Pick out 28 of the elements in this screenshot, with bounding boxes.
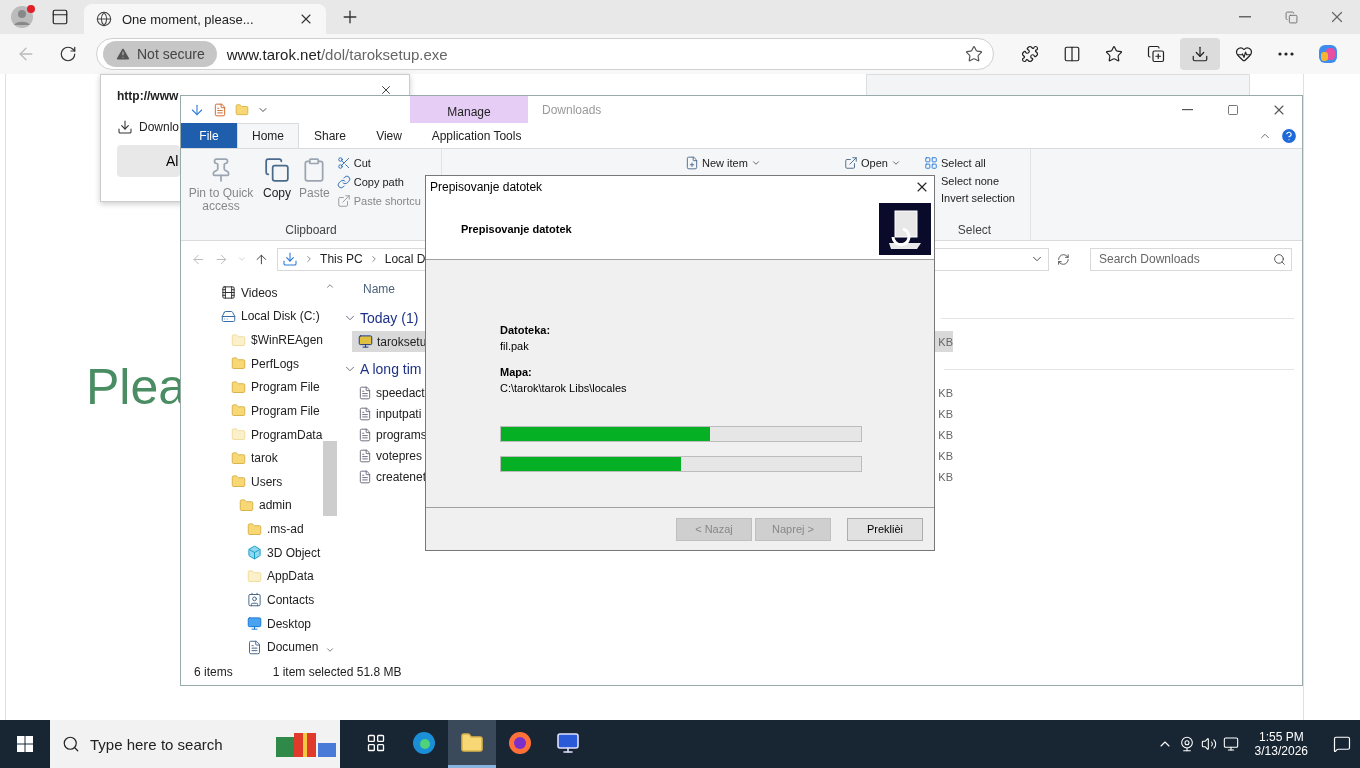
file-size: KB <box>938 335 953 348</box>
file-size: KB <box>938 407 953 420</box>
file-name: votepres <box>376 448 424 463</box>
group-label: Clipboard <box>284 223 338 239</box>
prompt-title: http://www <box>117 89 179 103</box>
file-size: KB <box>938 428 953 441</box>
field-label: Mapa: <box>500 366 533 378</box>
file-size: KB <box>938 449 953 462</box>
field-value: C:\tarok\tarok Libs\locales <box>500 382 628 394</box>
url-text: www.tarok.net/dol/taroksetup.exe <box>226 45 449 63</box>
field-label: Datoteka: <box>500 324 552 336</box>
file-size: KB <box>938 470 953 483</box>
file-name: speedact <box>376 385 426 400</box>
dialog-title: Prepisovanje datotek <box>430 180 543 194</box>
file-name: programs <box>376 427 428 442</box>
prompt-text: Downlo <box>139 120 180 134</box>
group-label: Select <box>956 223 993 239</box>
search-placeholder: Type here to search <box>90 735 224 753</box>
field-value: fil.pak <box>500 340 530 352</box>
context-tab-title: Manage <box>447 105 491 119</box>
file-name: inputpati <box>376 406 423 421</box>
tab-title: One moment, please... <box>122 11 255 27</box>
window-title: Downloads <box>542 102 602 117</box>
item-count: 6 items <box>194 665 233 679</box>
selection-info: 1 item selected 51.8 MB <box>272 665 402 679</box>
file-size: KB <box>938 386 953 399</box>
file-name: createnet <box>376 469 428 484</box>
dialog-heading: Prepisovanje datotek <box>461 222 572 235</box>
